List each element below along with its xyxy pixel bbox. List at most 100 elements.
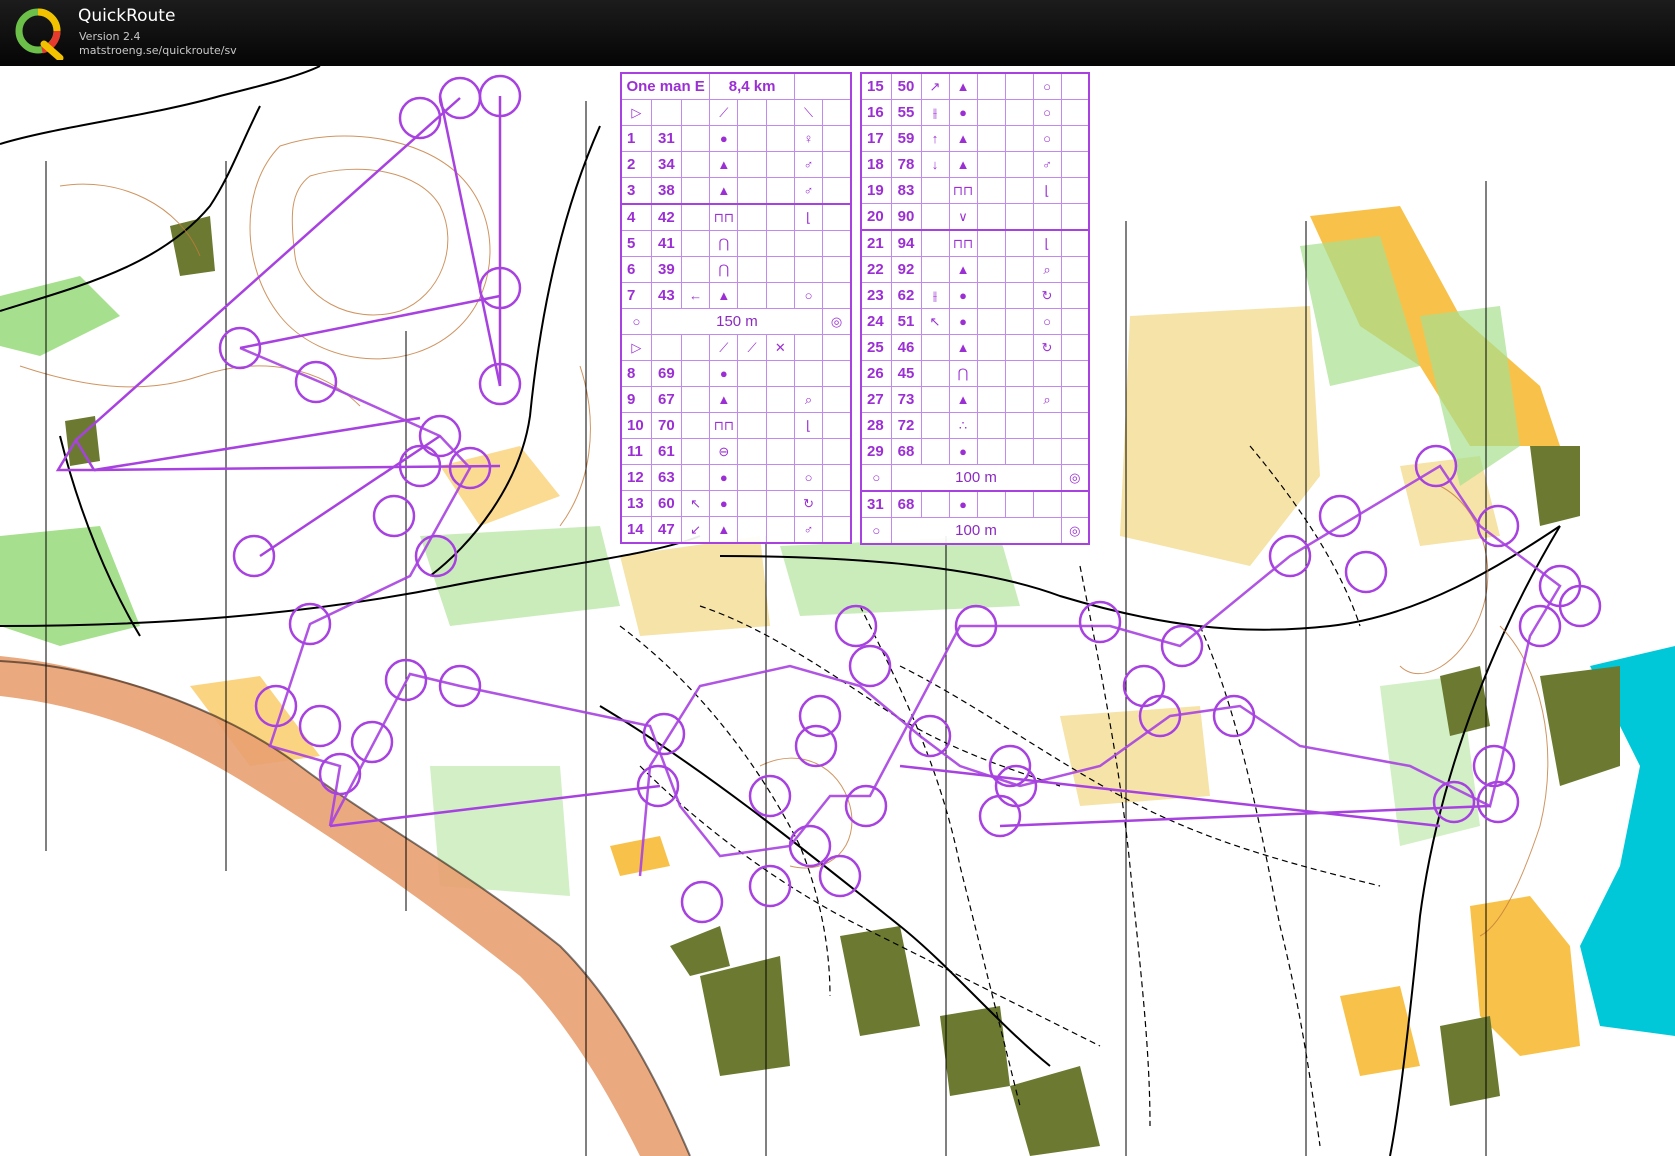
control-direction-symbol [920,360,950,387]
control-location-symbol: ↻ [793,490,824,517]
control-feature-symbol: ▲ [948,386,978,413]
control-direction-symbol: ⫲ [920,282,950,309]
control-direction-symbol [920,438,950,465]
control-number: 9 [620,386,652,413]
control-row: 27 73 ▲ ⌕ [860,386,1090,413]
control-code: 60 [650,490,683,517]
control-direction-symbol: ↙ [680,516,711,544]
control-location-symbol [1032,412,1062,439]
control-row: 12 63 ● ○ [620,464,852,491]
control-number: 15 [860,72,892,100]
control-code: 94 [890,229,922,257]
control-location-symbol: ⌕ [1032,256,1062,283]
finish-end-icon: ◎ [1060,517,1090,545]
control-location-symbol: ○ [1032,99,1062,126]
control-direction-symbol [920,203,950,231]
control-row: 9 67 ▲ ⌕ [620,386,852,413]
control-location-symbol: ⌕ [793,386,824,413]
control-row: 14 47 ↙ ▲ ♂ [620,516,852,544]
control-direction-symbol [920,229,950,257]
control-direction-symbol [920,386,950,413]
diagonal-slash-icon: ⟋ [737,334,767,361]
control-location-symbol: ♂ [793,177,824,205]
control-number: 23 [860,282,892,309]
control-code: 90 [890,203,922,231]
control-code: 68 [890,438,922,465]
control-code: 46 [890,334,922,361]
control-row: 24 51 ↖ ● ○ [860,308,1090,335]
control-code: 50 [890,72,922,100]
control-code: 51 [890,308,922,335]
control-direction-symbol [680,438,711,465]
control-direction-symbol [680,203,711,231]
control-number: 4 [620,203,652,231]
control-direction-symbol [920,334,950,361]
control-direction-symbol [680,151,711,178]
start-triangle-icon: ▷ [620,99,652,126]
control-row: 20 90 ∨ [860,203,1090,231]
control-direction-symbol: ↑ [920,125,950,152]
control-number: 21 [860,229,892,257]
control-feature-symbol: ▲ [948,125,978,152]
quickroute-q-logo-icon [15,8,64,60]
control-direction-symbol: ↖ [920,308,950,335]
control-feature-symbol: ● [948,490,978,518]
control-code: 31 [650,125,683,152]
control-direction-symbol: ↓ [920,151,950,178]
control-number: 17 [860,125,892,152]
control-number: 29 [860,438,892,465]
control-description-left: One man E 8,4 km ▷ ⟋ ⟍ 1 31 ● ♀ 2 34 ▲ ♂ 3 38 ▲ ♂ 4 4… [620,72,852,544]
map-canvas[interactable]: One man E 8,4 km ▷ ⟋ ⟍ 1 31 ● ♀ 2 34 ▲ ♂ 3 38 ▲ ♂ 4 4… [0,66,1675,1156]
control-direction-symbol: ↖ [680,490,711,517]
control-row: 6 39 ⋂ [620,256,852,283]
control-code: 59 [890,125,922,152]
control-location-symbol: ♂ [1032,151,1062,178]
control-location-symbol [793,256,824,283]
control-row: 29 68 ● [860,438,1090,465]
control-number: 13 [620,490,652,517]
control-location-symbol [793,360,824,387]
control-code: 69 [650,360,683,387]
control-number: 6 [620,256,652,283]
control-location-symbol: ⌊ [1032,229,1062,257]
control-location-symbol: ♂ [793,151,824,178]
control-number: 1 [620,125,652,152]
control-feature-symbol: ▲ [948,256,978,283]
control-number: 26 [860,360,892,387]
cross-icon: ✕ [765,334,795,361]
control-location-symbol: ⌊ [793,203,824,231]
control-code: 38 [650,177,683,205]
control-feature-symbol: ∨ [948,203,978,231]
control-direction-symbol [680,177,711,205]
control-location-symbol: ○ [1032,125,1062,152]
control-code: 78 [890,151,922,178]
control-number: 31 [860,490,892,518]
split-start-icon: ○ [620,308,652,335]
control-direction-symbol [680,230,711,257]
control-feature-symbol: ● [948,282,978,309]
control-location-symbol: ♂ [793,516,824,544]
control-row: 17 59 ↑ ▲ ○ [860,125,1090,152]
control-number: 25 [860,334,892,361]
control-direction-symbol [680,125,711,152]
control-number: 18 [860,151,892,178]
control-code: 47 [650,516,683,544]
control-location-symbol: ⌊ [1032,177,1062,204]
control-number: 12 [620,464,652,491]
control-location-symbol [793,438,824,465]
control-direction-symbol [920,412,950,439]
control-code: 41 [650,230,683,257]
control-code: 72 [890,412,922,439]
control-direction-symbol [680,386,711,413]
split-start-icon: ○ [860,464,892,492]
app-url-link[interactable]: matstroeng.se/quickroute/sv [79,44,237,57]
control-direction-symbol [920,256,950,283]
control-number: 16 [860,99,892,126]
control-location-symbol: ⌕ [1032,386,1062,413]
control-location-symbol [1032,360,1062,387]
control-direction-symbol: ↗ [920,72,950,100]
app-version: Version 2.4 [79,30,141,43]
finish-distance: 100 m [890,517,1062,545]
control-feature-symbol: ⊓⊓ [709,412,739,439]
control-number: 19 [860,177,892,204]
